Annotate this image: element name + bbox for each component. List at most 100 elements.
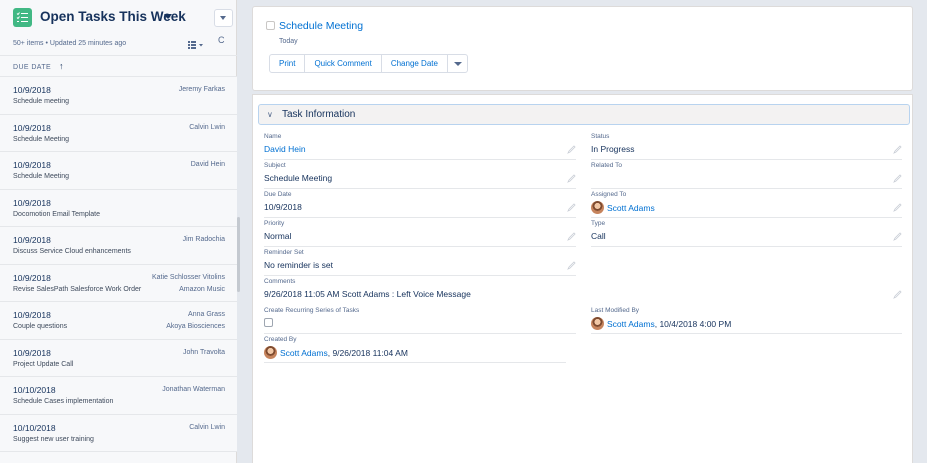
list-scrollbar[interactable] <box>237 217 240 292</box>
list-item-date: 10/9/2018 <box>13 272 51 283</box>
quick-comment-button[interactable]: Quick Comment <box>304 54 382 73</box>
refresh-icon[interactable]: C <box>218 35 228 45</box>
list-item[interactable]: 10/9/2018 Project Update Call John Travo… <box>0 339 237 377</box>
list-item[interactable]: 10/9/2018 Schedule Meeting David Hein <box>0 152 237 190</box>
field-label: Related To <box>591 162 622 169</box>
priority-value: Normal <box>264 231 292 241</box>
edit-pencil-icon[interactable] <box>567 174 576 183</box>
last-modified-date: , 10/4/2018 4:00 PM <box>654 318 732 329</box>
edit-pencil-icon[interactable] <box>567 145 576 154</box>
list-panel: Open Tasks This Week 50+ items • Updated… <box>0 0 237 463</box>
list-item[interactable]: 10/9/2018 Revise SalesPath Salesforce Wo… <box>0 264 237 302</box>
list-item[interactable]: 10/9/2018 Schedule Meeting Calvin Lwin <box>0 114 237 152</box>
avatar <box>591 317 604 330</box>
sort-bar[interactable]: DUE DATE ↑ <box>0 55 237 77</box>
created-by-user-link[interactable]: Scott Adams <box>280 348 328 358</box>
list-item-owner: Katie Schlosser Vitolins <box>151 273 225 281</box>
field-label: Last Modified By <box>591 307 640 314</box>
assigned-to-link[interactable]: Scott Adams <box>607 203 655 213</box>
task-list-icon <box>13 8 32 27</box>
list-item-date: 10/10/2018 <box>13 422 56 433</box>
list-item[interactable]: 10/10/2018 Suggest new user training Cal… <box>0 414 237 452</box>
field-assigned-to: Assigned To Scott Adams <box>591 190 902 218</box>
subject-value: Schedule Meeting <box>264 173 333 183</box>
avatar <box>591 201 604 214</box>
field-label: Status <box>591 133 610 140</box>
page-edge <box>913 0 927 463</box>
list-item-subject: Revise SalesPath Salesforce Work Order <box>13 285 142 293</box>
chevron-down-icon <box>220 16 226 20</box>
field-label: Name <box>264 133 282 140</box>
list-item[interactable]: 10/10/2018 Schedule Cases implementation… <box>0 377 237 415</box>
change-date-button[interactable]: Change Date <box>380 54 448 73</box>
list-item[interactable]: 10/9/2018 Discuss Service Cloud enhancem… <box>0 227 237 265</box>
last-modified-user-link[interactable]: Scott Adams <box>607 319 655 329</box>
edit-pencil-icon[interactable] <box>893 290 902 299</box>
list-item[interactable]: 10/9/2018 Schedule meeting Jeremy Farkas <box>0 77 237 115</box>
list-item-owner: Jeremy Farkas <box>178 86 225 93</box>
list-item-date: 10/9/2018 <box>13 235 51 245</box>
print-button[interactable]: Print <box>269 54 306 73</box>
edit-pencil-icon[interactable] <box>567 232 576 241</box>
list-item-date: 10/9/2018 <box>13 160 51 170</box>
list-item-subject: Schedule meeting <box>13 98 70 105</box>
field-subject: Subject Schedule Meeting <box>264 161 576 189</box>
record-title[interactable]: Schedule Meeting <box>279 20 363 32</box>
list-item-owner: David Hein <box>190 161 225 168</box>
list-item-subject: Schedule Meeting <box>13 173 70 180</box>
field-divider <box>264 159 576 160</box>
list-item[interactable]: 10/9/2018 Docomotion Email Template <box>0 189 237 227</box>
list-item-date: 10/9/2018 <box>13 85 51 95</box>
list-item-owner: John Travolta <box>182 348 225 356</box>
list-item-subject: Couple questions <box>13 323 68 330</box>
edit-pencil-icon[interactable] <box>567 261 576 270</box>
edit-pencil-icon[interactable] <box>893 145 902 154</box>
list-display-icon[interactable] <box>188 37 204 49</box>
created-by-value: Scott Adams, 9/26/2018 11:04 AM <box>264 346 408 360</box>
chevron-down-icon: ∨ <box>267 110 273 119</box>
field-label: Comments <box>264 278 296 285</box>
field-label: Reminder Set <box>264 249 304 256</box>
list-item-owner: Calvin Lwin <box>189 423 225 431</box>
list-header: Open Tasks This Week 50+ items • Updated… <box>0 0 237 55</box>
name-link[interactable]: David Hein <box>264 144 306 154</box>
field-divider <box>264 217 576 218</box>
record-header: Schedule Meeting Today Print Quick Comme… <box>252 6 913 91</box>
field-label: Created By <box>264 336 297 343</box>
field-label: Type <box>591 220 606 227</box>
sort-label[interactable]: DUE DATE <box>13 64 51 71</box>
list-item[interactable]: 10/9/2018 Couple questions Anna Grass Ak… <box>0 302 237 340</box>
chevron-down-icon <box>453 62 462 66</box>
field-divider <box>264 188 576 189</box>
list-meta: 50+ items • Updated 25 minutes ago <box>13 40 127 47</box>
list-item-subject: Docomotion Email Template <box>13 210 101 218</box>
last-modified-value: Scott Adams, 10/4/2018 4:00 PM <box>591 317 732 331</box>
section-title: Task Information <box>282 109 356 120</box>
list-item-subject: Schedule Cases implementation <box>13 398 114 405</box>
task-list: 10/9/2018 Schedule meeting Jeremy Farkas… <box>0 77 237 452</box>
field-divider <box>264 275 576 276</box>
section-task-information[interactable]: ∨ Task Information <box>258 104 910 125</box>
edit-pencil-icon[interactable] <box>893 174 902 183</box>
edit-pencil-icon[interactable] <box>893 203 902 212</box>
field-label: Priority <box>264 220 285 227</box>
field-last-modified-by: Last Modified By Scott Adams, 10/4/2018 … <box>591 306 902 334</box>
field-divider <box>591 188 902 189</box>
more-actions-button[interactable] <box>446 54 468 73</box>
sort-ascending-icon[interactable]: ↑ <box>59 61 64 71</box>
recurring-checkbox[interactable] <box>264 318 273 327</box>
list-view-switcher-icon[interactable] <box>164 14 172 19</box>
task-complete-checkbox[interactable] <box>266 21 275 30</box>
list-view-controls-button[interactable] <box>214 9 233 27</box>
field-label: Create Recurring Series of Tasks <box>264 307 360 314</box>
field-priority: Priority Normal <box>264 219 576 247</box>
list-item-subject: Schedule Meeting <box>13 135 70 143</box>
edit-pencil-icon[interactable] <box>893 232 902 241</box>
list-item-owner: Jim Radochia <box>182 236 225 243</box>
edit-pencil-icon[interactable] <box>567 203 576 212</box>
status-value: In Progress <box>591 144 635 154</box>
list-item-owner: Jonathan Waterman <box>162 386 225 393</box>
due-date-value: 10/9/2018 <box>264 202 302 212</box>
field-divider <box>264 333 576 334</box>
list-item-date: 10/9/2018 <box>13 347 51 358</box>
